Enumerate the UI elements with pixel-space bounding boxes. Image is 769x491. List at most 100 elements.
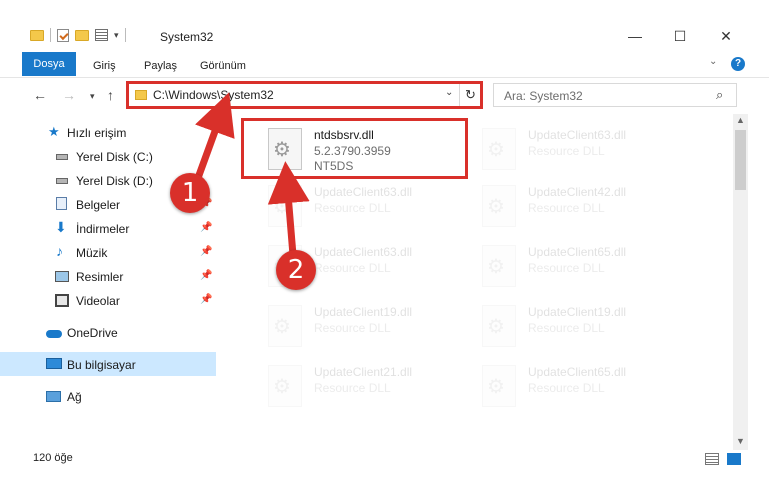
- ribbon: Dosya Giriş Paylaş Görünüm: [0, 50, 769, 78]
- address-path: C:\Windows\System32: [153, 88, 274, 102]
- search-input[interactable]: Ara: System32 ⌕: [493, 83, 737, 107]
- file-tile[interactable]: UpdateClient63.dll Resource DLL: [242, 177, 468, 237]
- tab-file[interactable]: Dosya: [22, 52, 76, 76]
- file-tile-ntdsbsrv[interactable]: ntdsbsrv.dll 5.2.3790.3959 NT5DS: [242, 120, 468, 180]
- file-tile[interactable]: UpdateClient63.dll Resource DLL: [456, 120, 682, 180]
- dll-file-icon: [482, 365, 516, 407]
- tiles-view-icon[interactable]: [727, 453, 741, 465]
- tab-view[interactable]: Görünüm: [200, 55, 246, 77]
- sidebar-item-quick-access[interactable]: ★ Hızlı erişim: [0, 120, 216, 144]
- back-arrow-icon[interactable]: ←: [33, 87, 47, 103]
- dll-file-icon: [268, 185, 302, 227]
- file-description: Resource DLL: [528, 261, 605, 275]
- pictures-icon: [55, 271, 69, 282]
- file-tile[interactable]: UpdateClient65.dll Resource DLL: [456, 237, 682, 297]
- sidebar-item-label: Ağ: [67, 390, 82, 404]
- file-tile[interactable]: UpdateClient65.dll Resource DLL: [456, 357, 682, 417]
- file-name: UpdateClient65.dll: [528, 245, 627, 259]
- view-properties-icon[interactable]: [95, 29, 108, 41]
- dll-file-icon: [482, 128, 516, 170]
- pin-icon[interactable]: 📌: [200, 294, 212, 305]
- vertical-scrollbar[interactable]: ▲ ▼: [733, 114, 748, 450]
- tab-share[interactable]: Paylaş: [144, 55, 177, 77]
- file-description: Resource DLL: [528, 201, 605, 215]
- new-folder-icon[interactable]: [75, 29, 89, 41]
- sidebar-item-label: OneDrive: [67, 326, 118, 340]
- title-bar: ▾ System32 — ☐ ✕: [0, 0, 769, 50]
- status-bar: 120 öğe: [0, 450, 769, 491]
- callout-badge-2: 2: [276, 250, 316, 290]
- file-description: Resource DLL: [314, 381, 391, 395]
- sidebar-item-label: Hızlı erişim: [67, 126, 127, 140]
- expand-ribbon-chevron-icon[interactable]: ⌄: [709, 56, 717, 67]
- forward-arrow-icon[interactable]: →: [62, 87, 76, 103]
- file-tile[interactable]: UpdateClient21.dll Resource DLL: [242, 357, 468, 417]
- properties-check-icon[interactable]: [57, 28, 69, 42]
- search-icon[interactable]: ⌕: [716, 87, 723, 103]
- dll-file-icon: [482, 185, 516, 227]
- file-name: UpdateClient63.dll: [314, 245, 413, 259]
- close-button[interactable]: ✕: [716, 26, 736, 46]
- sidebar-item-label: Yerel Disk (D:): [76, 174, 153, 188]
- scrollbar-thumb[interactable]: [735, 130, 746, 190]
- scroll-down-icon[interactable]: ▼: [736, 436, 745, 446]
- quick-access-toolbar: ▾: [30, 28, 126, 42]
- maximize-button[interactable]: ☐: [670, 26, 690, 46]
- toolbar-divider: [50, 28, 51, 42]
- pin-icon[interactable]: 📌: [200, 270, 212, 281]
- help-icon[interactable]: ?: [731, 57, 745, 71]
- up-arrow-icon[interactable]: ↑: [107, 87, 114, 103]
- dll-file-icon: [482, 245, 516, 287]
- file-name: UpdateClient65.dll: [528, 365, 627, 379]
- sidebar-item-music[interactable]: ♪ Müzik 📌: [0, 240, 216, 264]
- file-tile[interactable]: UpdateClient42.dll Resource DLL: [456, 177, 682, 237]
- sidebar-item-label: Bu bilgisayar: [67, 358, 136, 372]
- sidebar-item-onedrive[interactable]: OneDrive: [0, 320, 216, 344]
- dll-file-icon: [268, 305, 302, 347]
- toolbar-divider: [124, 28, 126, 42]
- file-tile[interactable]: UpdateClient19.dll Resource DLL: [456, 297, 682, 357]
- drive-icon: [56, 154, 68, 160]
- file-version: 5.2.3790.3959: [314, 144, 391, 158]
- window-title: System32: [160, 30, 214, 44]
- sidebar-item-label: Belgeler: [76, 198, 121, 212]
- sidebar-item-label: İndirmeler: [76, 222, 130, 236]
- downloads-icon: ⬇: [55, 219, 67, 235]
- file-name: UpdateClient42.dll: [528, 185, 627, 199]
- dll-file-icon: [482, 305, 516, 347]
- search-placeholder: Ara: System32: [504, 89, 583, 103]
- address-dropdown-chevron-icon[interactable]: ⌄: [445, 87, 453, 98]
- pin-icon[interactable]: 📌: [200, 222, 212, 233]
- sidebar-item-videos[interactable]: Videolar 📌: [0, 288, 216, 312]
- sidebar-item-pictures[interactable]: Resimler 📌: [0, 264, 216, 288]
- sidebar-item-this-pc[interactable]: Bu bilgisayar: [0, 352, 216, 376]
- dll-file-icon: [268, 365, 302, 407]
- file-description: Resource DLL: [528, 144, 605, 158]
- navigation-pane: ★ Hızlı erişim Yerel Disk (C:) Yerel Dis…: [0, 114, 216, 436]
- sidebar-item-label: Yerel Disk (C:): [76, 150, 153, 164]
- computer-icon: [46, 358, 62, 369]
- tab-home[interactable]: Giriş: [93, 55, 116, 77]
- music-icon: ♪: [56, 243, 63, 259]
- file-description: Resource DLL: [528, 381, 605, 395]
- scroll-up-icon[interactable]: ▲: [736, 115, 745, 125]
- sidebar-item-network[interactable]: Ağ: [0, 384, 216, 408]
- minimize-button[interactable]: —: [625, 26, 645, 46]
- details-view-icon[interactable]: [705, 453, 719, 465]
- file-name: UpdateClient19.dll: [528, 305, 627, 319]
- refresh-icon[interactable]: ↻: [459, 84, 481, 106]
- sidebar-item-local-disk-c[interactable]: Yerel Disk (C:): [0, 144, 216, 168]
- sidebar-item-downloads[interactable]: ⬇ İndirmeler 📌: [0, 216, 216, 240]
- pin-icon[interactable]: 📌: [200, 246, 212, 257]
- file-tile[interactable]: UpdateClient19.dll Resource DLL: [242, 297, 468, 357]
- dll-file-icon: [268, 128, 302, 170]
- sidebar-item-label: Müzik: [76, 246, 108, 260]
- customize-dropdown-icon[interactable]: ▾: [114, 30, 119, 41]
- star-icon: ★: [48, 124, 60, 139]
- recent-locations-chevron-icon[interactable]: ▾: [90, 91, 95, 102]
- file-name: ntdsbsrv.dll: [314, 128, 374, 142]
- file-description: Resource DLL: [314, 261, 391, 275]
- item-count: 120 öğe: [33, 452, 73, 464]
- address-bar[interactable]: C:\Windows\System32 ⌄ ↻: [128, 83, 481, 107]
- drive-icon: [56, 178, 68, 184]
